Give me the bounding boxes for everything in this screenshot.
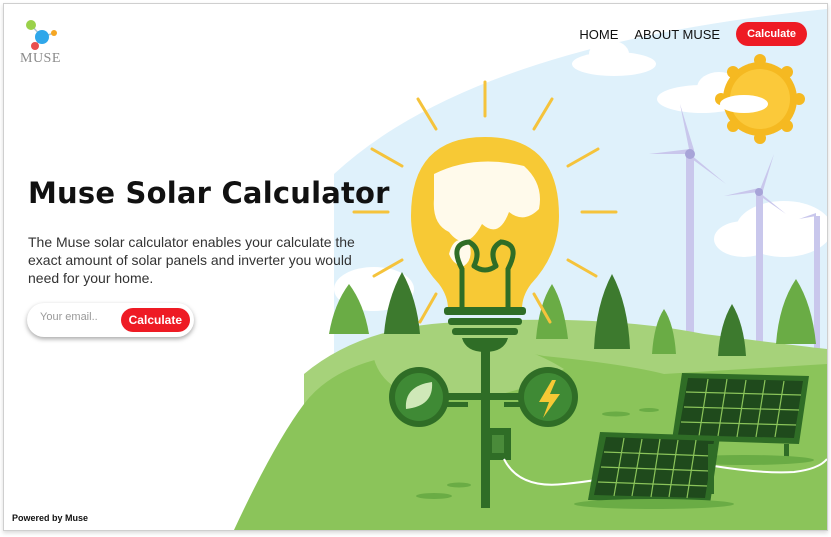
lightning-icon: [518, 367, 578, 427]
calculate-button[interactable]: Calculate: [120, 308, 190, 332]
page-frame: MUSE HOME ABOUT MUSE Calculate Muse Sola…: [3, 3, 828, 531]
solar-panel-front: [574, 432, 734, 509]
hero-description: The Muse solar calculator enables your c…: [28, 234, 355, 286]
nav-calculate-button[interactable]: Calculate: [736, 22, 807, 46]
leaf-icon: [389, 367, 449, 427]
page-title: Muse Solar Calculator: [28, 176, 390, 210]
nav-home-link[interactable]: HOME: [579, 27, 618, 42]
brand-logo-text: MUSE: [20, 51, 61, 66]
nav-about-link[interactable]: ABOUT MUSE: [634, 27, 720, 42]
top-nav: HOME ABOUT MUSE Calculate: [579, 22, 807, 46]
email-input[interactable]: [40, 311, 110, 323]
powered-by-footer: Powered by Muse: [12, 513, 89, 523]
email-signup-form: Calculate: [27, 303, 194, 337]
